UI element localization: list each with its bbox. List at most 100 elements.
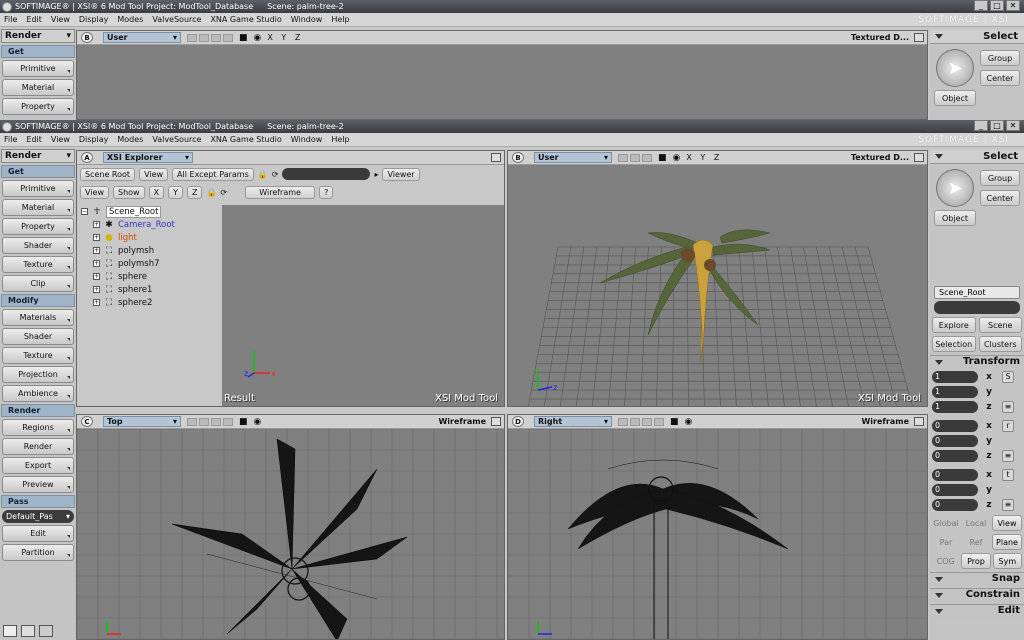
maximize-viewport-icon[interactable] [914, 417, 924, 426]
menu-valvesource[interactable]: ValveSource [152, 135, 201, 144]
top-primitive-button[interactable]: Primitive [2, 60, 74, 77]
menu-modes[interactable]: Modes [117, 135, 143, 144]
group-button[interactable]: Group [980, 170, 1020, 186]
rotate-x-field[interactable]: 0 [932, 419, 978, 432]
rotate-icon[interactable]: r [1002, 419, 1014, 432]
primitive-button[interactable]: Primitive [2, 180, 74, 197]
maximize-icon[interactable]: □ [990, 120, 1004, 131]
selection-dark-field[interactable] [934, 301, 1020, 314]
tree-item-sphere2[interactable]: + ⛶ sphere2 [77, 296, 222, 309]
export-button[interactable]: Export [2, 457, 74, 474]
menu-edit[interactable]: Edit [26, 15, 42, 24]
constrain-header[interactable]: Constrain [930, 588, 1024, 602]
eye-icon[interactable]: ◉ [685, 417, 693, 427]
prop-button[interactable]: Prop [961, 553, 991, 569]
explorer-viewport-a[interactable]: A XSI Explorer ▾ Scene Root View All Exce… [76, 150, 505, 407]
maximize-viewport-icon[interactable] [491, 417, 501, 426]
eye-icon[interactable]: ◉ [254, 33, 262, 43]
user-viewport-b[interactable]: B User ▾ ■ ◉ X Y Z Textured D... y z XSI… [507, 150, 928, 407]
menu-edit[interactable]: Edit [26, 135, 42, 144]
sym-button[interactable]: Sym [992, 553, 1022, 569]
scene-button[interactable]: Scene [978, 317, 1022, 333]
scale-y-field[interactable]: 1 [932, 385, 978, 398]
explore-button[interactable]: Explore [932, 317, 976, 333]
menu-modes[interactable]: Modes [117, 15, 143, 24]
minimize-icon[interactable]: _ [974, 0, 988, 11]
translate-y-field[interactable]: 0 [932, 483, 978, 496]
close-icon[interactable]: ✕ [1006, 120, 1020, 131]
maximize-viewport-icon[interactable] [914, 33, 924, 42]
camera-icon[interactable]: ■ [239, 417, 248, 427]
layout-split-icon[interactable] [21, 625, 35, 637]
lock-icon[interactable]: 🔒 [206, 188, 216, 197]
rotate-options-icon[interactable]: ≡ [1002, 449, 1014, 462]
ref-button[interactable]: Ref [962, 534, 990, 550]
select-header[interactable]: Select [930, 150, 1024, 164]
maximize-icon[interactable]: □ [990, 0, 1004, 11]
menu-help[interactable]: Help [331, 135, 349, 144]
eye-icon[interactable]: ◉ [673, 153, 681, 163]
render-section[interactable]: Render [1, 404, 75, 417]
modify-shader-button[interactable]: Shader [2, 328, 74, 345]
rotate-y-field[interactable]: 0 [932, 434, 978, 447]
regions-button[interactable]: Regions [2, 419, 74, 436]
display-mode[interactable]: Textured D... [851, 33, 909, 42]
display-mode[interactable]: Wireframe [861, 417, 909, 426]
menu-display[interactable]: Display [79, 135, 109, 144]
camera-icon[interactable]: ■ [239, 33, 248, 43]
pass-edit-button[interactable]: Edit [2, 525, 74, 542]
scale-z-field[interactable]: 1 [932, 400, 978, 413]
translate-x-field[interactable]: 0 [932, 468, 978, 481]
pass-section[interactable]: Pass [1, 495, 75, 508]
display-mode[interactable]: Wireframe [438, 417, 486, 426]
top-material-button[interactable]: Material [2, 79, 74, 96]
tree-item-light[interactable]: + ● light [77, 231, 222, 244]
modify-section[interactable]: Modify [1, 294, 75, 307]
pass-dropdown[interactable]: Default_Pas ▾ [2, 510, 74, 523]
top-get-section[interactable]: Get [1, 45, 75, 58]
tree-item-camera-root[interactable]: + ✱ Camera_Root [77, 218, 222, 231]
camera-select[interactable]: User ▾ [103, 32, 181, 43]
maximize-viewport-icon[interactable] [491, 153, 501, 162]
menu-file[interactable]: File [4, 15, 17, 24]
selection-field[interactable]: Scene_Root [934, 286, 1020, 299]
global-button[interactable]: Global [932, 515, 960, 531]
show-button[interactable]: Show [112, 185, 145, 199]
property-button[interactable]: Property [2, 218, 74, 235]
result-view[interactable]: y x z Result XSI Mod Tool [222, 205, 504, 406]
viewport-letter[interactable]: B [81, 32, 93, 43]
scale-x-field[interactable]: 1 [932, 370, 978, 383]
filter-button[interactable]: All Except Params [172, 167, 254, 181]
par-button[interactable]: Par [932, 534, 960, 550]
top-group-button[interactable]: Group [980, 50, 1020, 66]
camera-icon[interactable]: ■ [670, 417, 679, 427]
y-button[interactable]: Y [168, 185, 183, 199]
camera-icon[interactable]: ■ [658, 153, 667, 163]
view-button[interactable]: View [992, 515, 1022, 531]
transform-header[interactable]: Transform [930, 355, 1024, 369]
local-button[interactable]: Local [962, 515, 990, 531]
z-button[interactable]: Z [186, 185, 203, 199]
tree-item-scene-root[interactable]: − ☥ Scene_Root [77, 205, 222, 218]
partition-button[interactable]: Partition [2, 544, 74, 561]
scale-options-icon[interactable]: ≡ [1002, 400, 1014, 413]
viewport-letter[interactable]: A [81, 152, 93, 163]
maximize-viewport-icon[interactable] [914, 153, 924, 162]
lock-icon[interactable]: 🔒 [258, 170, 268, 179]
wireframe-mode-button[interactable]: Wireframe [245, 185, 316, 199]
scope-button[interactable]: Scene Root [80, 167, 136, 181]
center-button[interactable]: Center [980, 190, 1020, 206]
menu-view[interactable]: View [51, 15, 70, 24]
menu-file[interactable]: File [4, 135, 17, 144]
top-property-button[interactable]: Property [2, 98, 74, 115]
viewer-button[interactable]: Viewer [382, 167, 420, 181]
viewport-letter[interactable]: D [512, 416, 524, 427]
tree-item-polymsh7[interactable]: + ⛶ polymsh7 [77, 257, 222, 270]
camera-select[interactable]: Right ▾ [534, 416, 612, 427]
top-select-header[interactable]: Select [930, 30, 1024, 44]
top-center-button[interactable]: Center [980, 70, 1020, 86]
get-section[interactable]: Get [1, 165, 75, 178]
shader-button[interactable]: Shader [2, 237, 74, 254]
top-object-button[interactable]: Object [934, 90, 976, 106]
preview-button[interactable]: Preview [2, 476, 74, 493]
